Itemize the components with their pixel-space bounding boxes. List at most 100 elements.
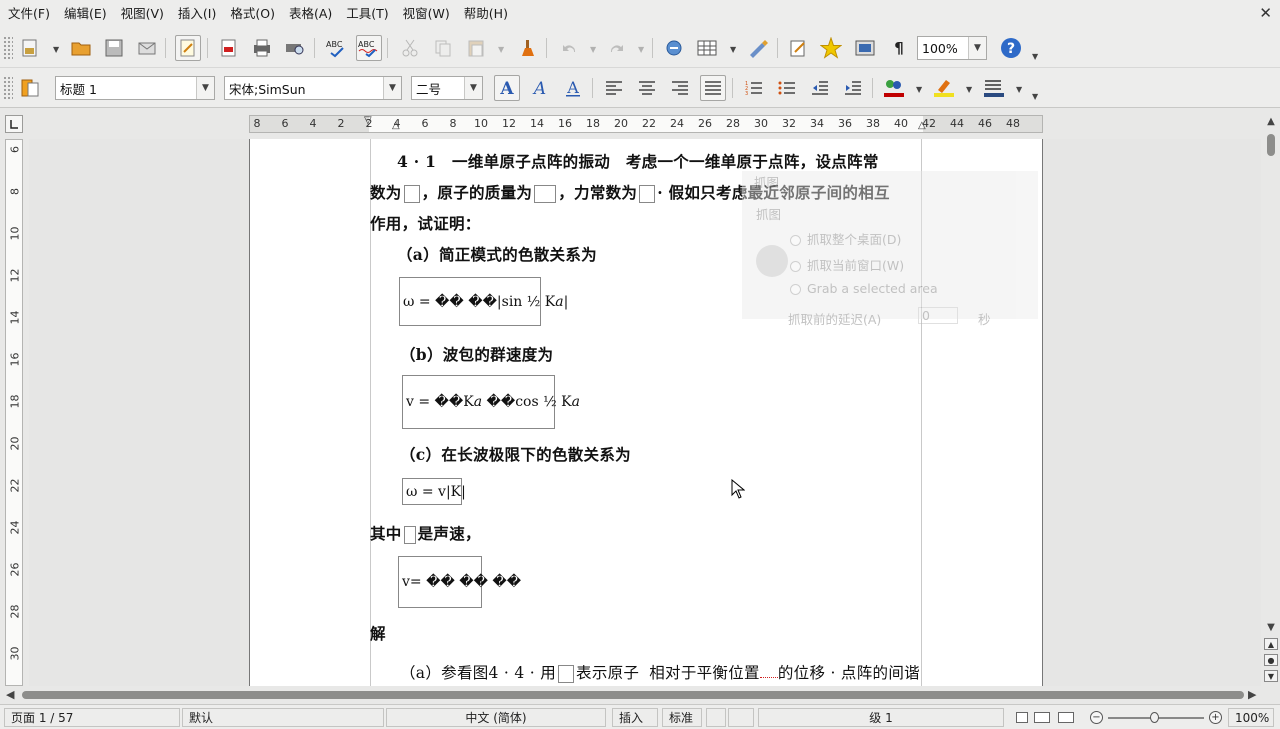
menu-insert[interactable]: 插入(I) <box>174 0 220 28</box>
status-selection-mode[interactable]: 标准 <box>662 708 702 727</box>
zoom-out-icon[interactable]: − <box>1090 711 1103 724</box>
spellcheck-button[interactable]: ABC <box>324 35 350 61</box>
vertical-scrollbar[interactable]: ▲ ▼ ▲ ● ▼ <box>1262 112 1280 686</box>
multi-page-view-icon[interactable] <box>1034 712 1050 723</box>
help-button[interactable]: ? <box>998 35 1024 61</box>
doc-item-c[interactable]: （c）在长波极限下的色散关系为 <box>400 443 631 465</box>
italic-button[interactable]: A <box>527 75 553 101</box>
scroll-down-icon[interactable]: ▼ <box>1265 622 1277 633</box>
show-draw-functions-button[interactable] <box>745 35 771 61</box>
paste-button[interactable] <box>463 35 489 61</box>
vertical-ruler[interactable]: 6 8 10 12 14 16 18 20 22 24 26 28 30 <box>5 139 23 686</box>
doc-item-b[interactable]: （b）波包的群速度为 <box>400 343 553 365</box>
doc-line-solution[interactable]: 解 <box>370 622 386 644</box>
formula-sound-speed[interactable]: v= �� �� �� <box>398 556 521 608</box>
horizontal-scrollbar[interactable]: ◀ ▶ <box>0 686 1262 704</box>
print-button[interactable] <box>249 35 275 61</box>
undo-dropdown-arrow[interactable]: ▼ <box>590 45 596 54</box>
align-left-button[interactable] <box>601 75 627 101</box>
align-right-button[interactable] <box>667 75 693 101</box>
chevron-down-icon[interactable]: ▼ <box>383 77 401 99</box>
find-replace-button[interactable] <box>786 35 812 61</box>
background-color-dropdown-arrow[interactable]: ▼ <box>1016 85 1022 94</box>
menu-help[interactable]: 帮助(H) <box>460 0 512 28</box>
background-color-button[interactable] <box>981 75 1007 101</box>
align-center-button[interactable] <box>634 75 660 101</box>
font-name-combo[interactable]: 宋体;SimSun ▼ <box>224 76 402 100</box>
status-insert-mode[interactable]: 插入 <box>612 708 658 727</box>
highlighting-button[interactable] <box>931 75 957 101</box>
menu-tools[interactable]: 工具(T) <box>342 0 392 28</box>
formula-long-wave[interactable]: ω = v|K| <box>402 478 466 505</box>
document-area[interactable]: 4 · 1 一维单原子点阵的振动 考虑一个一维单原于点阵，设点阵常 数为 ，原子的… <box>29 139 1261 686</box>
justify-button[interactable] <box>700 75 726 101</box>
formatting-marks-button[interactable]: ¶ <box>886 35 912 61</box>
new-document-button[interactable] <box>17 35 43 61</box>
menu-table[interactable]: 表格(A) <box>285 0 336 28</box>
email-button[interactable] <box>134 35 160 61</box>
previous-page-icon[interactable]: ▲ <box>1264 638 1278 650</box>
clone-formatting-button[interactable] <box>515 35 541 61</box>
status-modified[interactable] <box>706 708 726 727</box>
highlighting-dropdown-arrow[interactable]: ▼ <box>966 85 972 94</box>
menu-file[interactable]: 文件(F) <box>4 0 54 28</box>
zoom-in-icon[interactable]: + <box>1209 711 1222 724</box>
copy-button[interactable] <box>430 35 456 61</box>
table-dropdown-arrow[interactable]: ▼ <box>730 45 736 54</box>
formula-placeholder-u[interactable] <box>558 665 575 683</box>
doc-line-solution-a[interactable]: （a）参看图4 · 4 · 用 表示原子 相对于平衡位置 的位移 · 点阵的间谐 <box>400 661 920 683</box>
window-close-button[interactable]: ✕ <box>1259 4 1272 22</box>
font-size-combo[interactable]: 二号 ▼ <box>411 76 483 100</box>
menu-window[interactable]: 视窗(W) <box>399 0 454 28</box>
undo-button[interactable] <box>556 35 582 61</box>
single-page-view-icon[interactable] <box>1016 712 1028 723</box>
formula-placeholder-v[interactable] <box>403 526 416 544</box>
insert-table-button[interactable] <box>694 35 720 61</box>
scroll-left-icon[interactable]: ◀ <box>6 688 14 701</box>
underline-button[interactable]: A <box>560 75 586 101</box>
menu-edit[interactable]: 编辑(E) <box>60 0 111 28</box>
doc-line-prove[interactable]: 作用，试证明： <box>370 212 481 234</box>
bold-button[interactable]: A <box>494 75 520 101</box>
zoom-combo[interactable]: 100% ▼ <box>917 36 987 60</box>
zoom-slider-thumb[interactable] <box>1150 712 1159 723</box>
horizontal-scroll-thumb[interactable] <box>22 691 1244 699</box>
menu-view[interactable]: 视图(V) <box>117 0 168 28</box>
next-page-icon[interactable]: ▼ <box>1264 670 1278 682</box>
formula-placeholder-a[interactable] <box>403 185 420 203</box>
increase-indent-button[interactable] <box>840 75 866 101</box>
font-color-button[interactable] <box>881 75 907 101</box>
left-indent-marker[interactable]: △ <box>392 120 400 131</box>
font-color-dropdown-arrow[interactable]: ▼ <box>916 85 922 94</box>
gallery-button[interactable] <box>852 35 878 61</box>
status-language[interactable]: 中文 (简体) <box>386 708 606 727</box>
formula-placeholder-m[interactable] <box>534 185 557 203</box>
edit-mode-button[interactable] <box>175 35 201 61</box>
toolbar-overflow-arrow[interactable]: ▼ <box>1032 92 1038 101</box>
right-indent-marker[interactable]: △ <box>918 120 926 131</box>
paragraph-style-combo[interactable]: 标题 1 ▼ <box>55 76 215 100</box>
open-button[interactable] <box>68 35 94 61</box>
horizontal-ruler[interactable]: 8 6 4 2 2 4 6 8 10 12 14 16 18 20 22 24 26 28 30 32 34 36 38 40… <box>249 115 1043 133</box>
decrease-indent-button[interactable] <box>807 75 833 101</box>
doc-item-a[interactable]: （a）简正模式的色散关系为 <box>397 243 597 265</box>
print-preview-button[interactable] <box>282 35 308 61</box>
export-pdf-button[interactable] <box>216 35 242 61</box>
page[interactable]: 4 · 1 一维单原子点阵的振动 考虑一个一维单原于点阵，设点阵常 数为 ，原子的… <box>249 139 1043 686</box>
navigation-circle-icon[interactable]: ● <box>1264 654 1278 666</box>
numbering-button[interactable]: 123 <box>741 75 767 101</box>
redo-button[interactable] <box>604 35 630 61</box>
chevron-down-icon[interactable]: ▼ <box>196 77 214 99</box>
book-view-icon[interactable] <box>1058 712 1074 723</box>
toolbar-overflow-arrow[interactable]: ▼ <box>1032 52 1038 61</box>
navigator-button[interactable] <box>818 35 844 61</box>
save-button[interactable] <box>101 35 127 61</box>
redo-dropdown-arrow[interactable]: ▼ <box>638 45 644 54</box>
bullets-button[interactable] <box>774 75 800 101</box>
formula-dispersion[interactable]: ω = �� ��|sin ½ K𝑎| <box>399 277 568 326</box>
formula-placeholder-c[interactable] <box>639 185 656 203</box>
formula-group-velocity[interactable]: v = ��K𝑎 ��cos ½ K𝑎 <box>402 375 580 429</box>
autospellcheck-button[interactable]: ABC <box>356 35 382 61</box>
chevron-down-icon[interactable]: ▼ <box>464 77 482 99</box>
status-page-style[interactable]: 默认 <box>182 708 384 727</box>
